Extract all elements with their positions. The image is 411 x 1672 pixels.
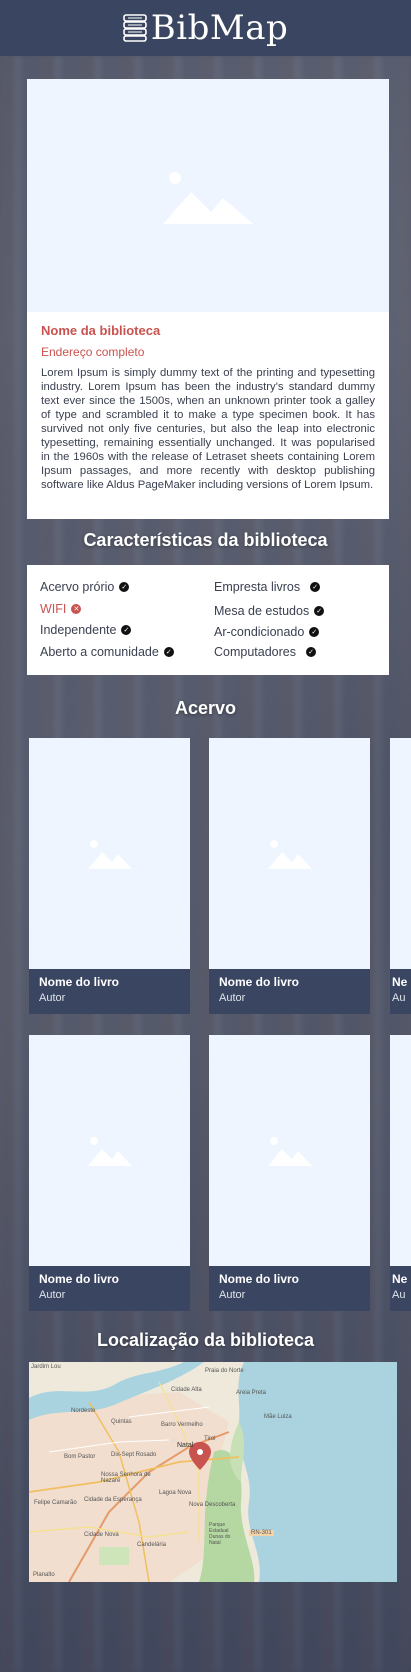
check-icon: ✓ [314, 606, 325, 616]
library-description: Lorem Ipsum is simply dummy text of the … [41, 367, 375, 491]
map-label: Dix-Sept Rosado [111, 1452, 157, 1458]
feature-computadores: Computadores ✓ [214, 645, 316, 659]
feature-aberto: Aberto a comunidade ✓ [40, 645, 174, 659]
book-author: Au [392, 992, 406, 1004]
image-placeholder-icon [87, 1136, 132, 1166]
book-author: Autor [39, 1289, 66, 1301]
app-header: BibMap [0, 0, 411, 56]
map-label: Tirol [204, 1436, 216, 1442]
map-label: Jardim Lou [31, 1364, 61, 1370]
feature-label: Ar-condicionado [214, 625, 305, 639]
image-placeholder-icon [163, 171, 253, 224]
logo-text: BibMap [150, 8, 289, 48]
location-title: Localização da biblioteca [96, 1330, 315, 1350]
check-icon: ✓ [163, 647, 174, 657]
book-footer: Nome do livro Autor [209, 1266, 370, 1311]
app-logo[interactable]: BibMap [122, 8, 289, 48]
book-title: Nome do livro [39, 975, 120, 989]
book-footer: Nome do livro Autor [209, 969, 370, 1014]
map-label: Nordeste [71, 1408, 96, 1414]
map-road-badge: RN-301 [249, 1530, 274, 1536]
book-card[interactable]: Nome do livro Autor [29, 1035, 190, 1311]
collection-title: Acervo [174, 698, 237, 718]
book-cover [29, 738, 190, 969]
book-card[interactable]: Ne Au [390, 738, 411, 1014]
feature-empresta: Empresta livros ✓ [214, 580, 321, 594]
feature-acervo: Acervo prório ✓ [40, 580, 130, 594]
map-label: Planalto [33, 1572, 55, 1578]
books-logo-icon [122, 14, 147, 42]
feature-label: Computadores [214, 645, 296, 659]
book-footer: Nome do livro Autor [29, 969, 190, 1014]
image-placeholder-icon [267, 1136, 312, 1166]
map-label: Candelária [137, 1542, 167, 1548]
book-author: Au [392, 1289, 406, 1301]
map-label: Quintas [111, 1419, 132, 1425]
map-label: Mãe Luiza [264, 1414, 292, 1420]
book-card[interactable]: Nome do livro Autor [209, 1035, 370, 1311]
map-label: Parque Estadual Dunas do Natal [209, 1522, 231, 1546]
book-footer: Ne Au [390, 969, 411, 1014]
book-card[interactable]: Ne Au [390, 1035, 411, 1311]
feature-label: Acervo prório [40, 580, 115, 594]
feature-label: Independente [40, 623, 117, 637]
book-author: Autor [39, 992, 66, 1004]
book-title: Nome do livro [219, 975, 300, 989]
book-card[interactable]: Nome do livro Autor [209, 738, 370, 1014]
image-placeholder-icon [87, 839, 132, 869]
book-card[interactable]: Nome do livro Autor [29, 738, 190, 1014]
features-title: Características da biblioteca [83, 530, 328, 550]
book-author: Autor [219, 1289, 246, 1301]
map-label: Cidade Alta [171, 1387, 202, 1393]
map-label: Felipe Camarão [34, 1500, 77, 1506]
library-card: Nome da biblioteca Endereço completo Lor… [27, 79, 389, 519]
location-map[interactable]: Jardim Lou Praia do Norte Cidade Alta Ar… [29, 1362, 397, 1582]
feature-label: Empresta livros [214, 580, 301, 594]
map-label: Bom Pastor [64, 1454, 96, 1460]
book-author: Autor [219, 992, 246, 1004]
feature-mesa: Mesa de estudos ✓ [214, 604, 325, 618]
book-cover [209, 738, 370, 969]
check-icon: ✓ [310, 582, 321, 592]
image-placeholder-icon [267, 839, 312, 869]
map-label: Natal [177, 1442, 194, 1449]
book-title: Ne [392, 975, 408, 989]
cross-icon: ✕ [71, 604, 82, 614]
book-title: Nome do livro [39, 1272, 120, 1286]
library-address: Endereço completo [41, 345, 145, 359]
library-image [27, 79, 389, 312]
map-label: Areia Preta [236, 1390, 267, 1396]
book-cover [29, 1035, 190, 1266]
feature-label: WIFI [40, 602, 67, 616]
check-icon: ✓ [121, 625, 132, 635]
library-name: Nome da biblioteca [41, 323, 161, 338]
map-label: Cidade da Esperança [84, 1497, 142, 1503]
check-icon: ✓ [309, 627, 320, 637]
check-icon: ✓ [119, 582, 130, 592]
book-title: Nome do livro [219, 1272, 300, 1286]
feature-label: Aberto a comunidade [40, 645, 159, 659]
book-footer: Ne Au [390, 1266, 411, 1311]
features-card: Acervo prório ✓ WIFI ✕ Independente ✓ Ab… [27, 565, 389, 675]
map-label: Lagoa Nova [159, 1490, 192, 1496]
feature-ar: Ar-condicionado ✓ [214, 625, 320, 639]
feature-label: Mesa de estudos [214, 604, 310, 618]
check-icon: ✓ [306, 647, 316, 657]
map-label: Nossa Senhora de Nazaré [101, 1472, 151, 1484]
map-label: Nova Descoberta [189, 1502, 236, 1508]
book-footer: Nome do livro Autor [29, 1266, 190, 1311]
map-label: Praia do Norte [205, 1368, 244, 1374]
feature-wifi: WIFI ✕ [40, 602, 82, 616]
feature-independente: Independente ✓ [40, 623, 132, 637]
map-label: Barro Vermelho [161, 1422, 203, 1428]
map-label: Cidade Nova [84, 1532, 119, 1538]
book-title: Ne [392, 1272, 408, 1286]
book-cover [209, 1035, 370, 1266]
